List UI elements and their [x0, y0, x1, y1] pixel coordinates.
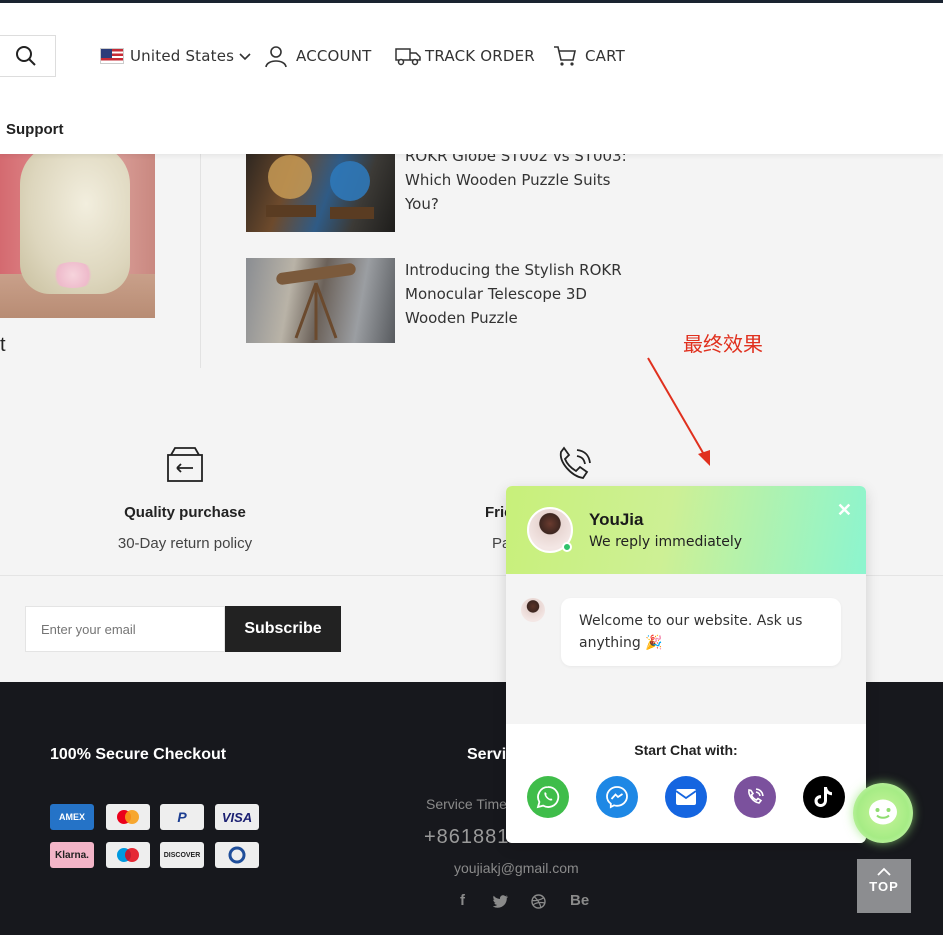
post-title[interactable]: ROKR Globe ST002 vs ST003: Which Wooden … [405, 144, 635, 216]
country-selector[interactable]: United States [100, 41, 252, 71]
welcome-message: Welcome to our website. Ask us anything … [561, 598, 841, 666]
dribbble-icon[interactable] [531, 894, 546, 909]
email-button[interactable] [665, 776, 707, 818]
return-box-icon [167, 447, 203, 482]
chat-header: YouJia We reply immediately ✕ [506, 486, 866, 574]
country-label: United States [130, 47, 235, 65]
column-divider [200, 154, 201, 368]
viber-button[interactable] [734, 776, 776, 818]
messenger-icon [606, 786, 628, 809]
start-chat-label: Start Chat with: [634, 742, 738, 758]
amex-icon: AMEX [50, 804, 94, 830]
message-avatar [521, 598, 545, 622]
annotation-arrow-icon [647, 357, 710, 466]
feature-quality: Quality purchase 30-Day return policy [100, 446, 270, 552]
site-header: United States ACCOUNT TRACK ORDER CART S… [0, 0, 943, 154]
chat-body: Welcome to our website. Ask us anything … [506, 574, 866, 724]
email-link[interactable]: youjiakj@gmail.com [454, 860, 579, 876]
post-title[interactable]: Introducing the Stylish ROKR Monocular T… [405, 258, 635, 330]
discover-icon: DISCOVER [160, 842, 204, 868]
visa-icon: VISA [215, 804, 259, 830]
chat-bubble-icon [869, 799, 897, 825]
cart-icon [554, 46, 576, 66]
feature-subtitle: 30-Day return policy [117, 535, 253, 552]
newsletter-email-input[interactable] [25, 606, 225, 652]
maestro-icon [106, 842, 150, 868]
annotation-label: 最终效果 [683, 332, 763, 356]
post-thumbnail[interactable] [246, 258, 395, 343]
cart-link[interactable]: CART [553, 41, 625, 71]
klarna-icon: Klarna. [50, 842, 94, 868]
twitter-icon[interactable] [493, 895, 508, 908]
chevron-up-icon [877, 867, 891, 876]
nav-support[interactable]: Support [6, 121, 64, 138]
user-icon [265, 46, 287, 68]
track-order-label: TRACK ORDER [425, 47, 535, 65]
article-title-fragment[interactable]: t [0, 334, 6, 357]
account-link[interactable]: ACCOUNT [264, 41, 372, 71]
agent-subtitle: We reply immediately [589, 534, 743, 550]
feature-title: Quality purchase [124, 504, 246, 521]
back-to-top-button[interactable]: TOP [857, 859, 911, 913]
tiktok-button[interactable] [803, 776, 845, 818]
messenger-button[interactable] [596, 776, 638, 818]
service-time: Service Time [426, 796, 507, 812]
viber-icon [748, 788, 764, 804]
search-button[interactable] [0, 35, 56, 77]
phone-icon [559, 446, 591, 479]
account-label: ACCOUNT [296, 47, 372, 65]
chat-launcher-button[interactable] [853, 783, 913, 843]
chevron-down-icon [239, 53, 251, 61]
secure-checkout-title: 100% Secure Checkout [50, 746, 227, 763]
track-order-link[interactable]: TRACK ORDER [395, 41, 535, 71]
paypal-icon: P [160, 804, 204, 830]
behance-icon[interactable]: Be [570, 892, 589, 909]
subscribe-button[interactable]: Subscribe [225, 606, 341, 652]
tiktok-icon [814, 787, 832, 807]
cart-label: CART [585, 47, 626, 65]
facebook-icon[interactable]: f [460, 892, 465, 909]
chat-footer: Start Chat with: [506, 724, 866, 843]
chat-widget: YouJia We reply immediately ✕ Welcome to… [506, 486, 866, 843]
us-flag-icon [100, 48, 124, 64]
whatsapp-icon [536, 786, 560, 809]
article-image[interactable] [0, 154, 155, 318]
search-icon [16, 46, 36, 66]
email-icon [675, 789, 697, 805]
post-thumbnail[interactable] [246, 147, 395, 232]
top-label: TOP [869, 879, 899, 894]
customer-service-title: Servi [467, 746, 507, 763]
diners-club-icon [215, 842, 259, 868]
truck-icon [395, 48, 421, 66]
whatsapp-button[interactable] [527, 776, 569, 818]
online-status-icon [562, 542, 572, 552]
agent-name: YouJia [589, 510, 644, 529]
close-icon[interactable]: ✕ [837, 500, 852, 521]
mastercard-icon [106, 804, 150, 830]
